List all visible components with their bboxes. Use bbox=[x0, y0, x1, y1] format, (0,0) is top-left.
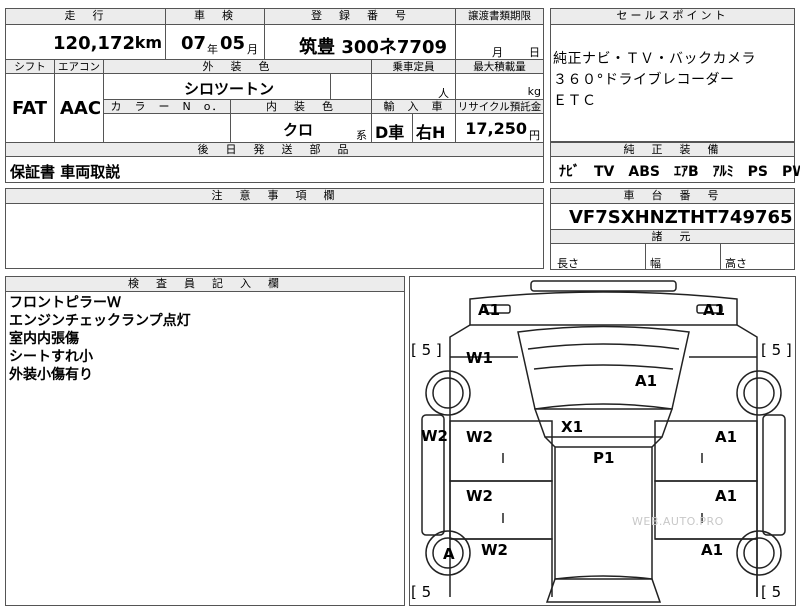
mark-a1-right-front-door: A1 bbox=[715, 428, 738, 446]
mark-x1: X1 bbox=[561, 418, 584, 436]
standard-equipment-value: ﾅﾋﾞ TV ABS ｴｱB ｱﾙﾐ PS PW bbox=[559, 164, 800, 180]
mark-a-wheel: A bbox=[443, 545, 455, 563]
selling-point-line: ＥＴＣ bbox=[553, 93, 597, 109]
mark-w2-rear-fender: W2 bbox=[481, 541, 508, 559]
color-no-cell bbox=[103, 113, 231, 143]
mark-w1: W1 bbox=[466, 349, 493, 367]
inspector-note: フロントピラーＷ bbox=[9, 295, 121, 311]
import-type-value: D車 bbox=[375, 123, 405, 142]
inspector-notes-cell: フロントピラーＷ エンジンチェックランプ点灯 室内内張傷 シートすれ小 外装小傷… bbox=[5, 291, 405, 606]
shift-value: FAT bbox=[12, 98, 48, 119]
dimensions-length-cell: 長さ bbox=[550, 243, 646, 270]
mark-bracket-bottom-left: [ 5 bbox=[411, 583, 432, 601]
selling-point-line: 純正ナビ・ＴＶ・バックカメラ bbox=[553, 51, 756, 67]
import-type-cell: D車 bbox=[371, 113, 413, 143]
exterior-color-cell: シロツートン bbox=[103, 73, 331, 100]
mileage-unit: km bbox=[134, 33, 162, 52]
chassis-number-label: 車 台 番 号 bbox=[550, 188, 795, 204]
max-load-label: 最大積載量 bbox=[455, 59, 544, 74]
max-load-unit: kg bbox=[527, 85, 541, 98]
mark-a1-front-right: A1 bbox=[703, 301, 726, 319]
mileage-value: 120,172 bbox=[53, 33, 135, 54]
dimensions-width-cell: 幅 bbox=[645, 243, 721, 270]
exterior-color-value: シロツートン bbox=[184, 80, 275, 98]
standard-equipment-cell: ﾅﾋﾞ TV ABS ｴｱB ｱﾙﾐ PS PW bbox=[550, 156, 800, 183]
capacity-cell: 人 bbox=[371, 73, 456, 100]
recycle-value: 17,250 bbox=[465, 119, 527, 138]
mark-bracket-bottom-right: [ 5 bbox=[761, 583, 782, 601]
dimensions-length-label: 長さ bbox=[557, 257, 579, 270]
inspection-label: 車 検 bbox=[165, 8, 265, 25]
registration-value: 筑豊 300ネ7709 bbox=[299, 37, 447, 58]
selling-points-label: セールスポイント bbox=[550, 8, 795, 25]
inspector-note: エンジンチェックランプ点灯 bbox=[9, 313, 191, 329]
interior-color-value: クロ bbox=[283, 121, 314, 139]
mileage-cell: 120,172 km bbox=[5, 24, 166, 60]
caution-cell bbox=[5, 203, 544, 269]
mark-w2-front-door: W2 bbox=[466, 428, 493, 446]
inspector-note: 室内内張傷 bbox=[9, 331, 79, 347]
interior-color-cell: クロ 系 bbox=[230, 113, 372, 143]
follow-up-parts-label: 後 日 発 送 部 品 bbox=[5, 142, 544, 157]
dimensions-height-cell: 高さ bbox=[720, 243, 795, 270]
transfer-deadline-label: 譲渡書類期限 bbox=[455, 8, 544, 25]
exterior-extra-cell bbox=[330, 73, 372, 100]
ac-value: AAC bbox=[60, 98, 102, 119]
exterior-color-label: 外 装 色 bbox=[103, 59, 372, 74]
inspection-year: 07 bbox=[181, 33, 207, 54]
max-load-cell: kg bbox=[455, 73, 544, 100]
inspector-note: 外装小傷有り bbox=[9, 367, 93, 383]
handle-side-cell: 右H bbox=[412, 113, 456, 143]
recycle-cell: 17,250 円 bbox=[455, 113, 544, 143]
mark-bracket-top-right: [ 5 ] bbox=[761, 341, 792, 359]
mark-w2-left-side: W2 bbox=[421, 427, 448, 445]
inspection-year-unit: 年 bbox=[207, 43, 218, 56]
chassis-number-value: VF7SXHNZTHT749765 bbox=[569, 207, 793, 228]
interior-color-unit: 系 bbox=[356, 129, 367, 142]
ac-cell: AAC bbox=[54, 73, 104, 143]
registration-label: 登 録 番 号 bbox=[264, 8, 456, 25]
selling-point-line: ３６０°ドライブレコーダー bbox=[553, 72, 735, 88]
dimensions-width-label: 幅 bbox=[650, 257, 661, 270]
color-no-label: カ ラ ー N o． bbox=[103, 99, 231, 114]
mark-w2-rear-door: W2 bbox=[466, 487, 493, 505]
registration-cell: 筑豊 300ネ7709 bbox=[264, 24, 456, 60]
capacity-label: 乗車定員 bbox=[371, 59, 456, 74]
caution-label: 注 意 事 項 欄 bbox=[5, 188, 544, 204]
transfer-deadline-cell: 月 日 bbox=[455, 24, 544, 60]
watermark: WEB.AUTO.PRO bbox=[632, 515, 724, 528]
follow-up-parts-cell: 保証書 車両取説 bbox=[5, 156, 544, 183]
damage-diagram: A1 A1 [ 5 ] [ 5 ] W1 A1 W2 W2 X1 A1 P1 W… bbox=[409, 276, 796, 606]
transfer-day-unit: 日 bbox=[529, 46, 540, 59]
mark-p1: P1 bbox=[593, 449, 615, 467]
shift-cell: FAT bbox=[5, 73, 55, 143]
mileage-label: 走 行 bbox=[5, 8, 166, 25]
ac-label: エアコン bbox=[54, 59, 104, 74]
standard-equipment-label: 純 正 装 備 bbox=[550, 142, 795, 157]
inspection-cell: 07 年 05 月 bbox=[165, 24, 265, 60]
interior-color-label: 内 装 色 bbox=[230, 99, 372, 114]
inspection-month: 05 bbox=[220, 33, 246, 54]
chassis-number-cell: VF7SXHNZTHT749765 bbox=[550, 203, 795, 230]
recycle-label: リサイクル預託金 bbox=[455, 99, 544, 114]
mark-a1-right-rear-door: A1 bbox=[715, 487, 738, 505]
inspector-notes-label: 検 査 員 記 入 欄 bbox=[5, 276, 405, 292]
follow-up-parts-value: 保証書 車両取説 bbox=[10, 163, 121, 181]
dimensions-label: 諸 元 bbox=[550, 229, 795, 244]
dimensions-height-label: 高さ bbox=[725, 257, 747, 270]
mark-bracket-top-left: [ 5 ] bbox=[411, 341, 442, 359]
inspector-note: シートすれ小 bbox=[9, 349, 93, 365]
transfer-month-unit: 月 bbox=[492, 46, 503, 59]
import-label: 輸 入 車 bbox=[371, 99, 456, 114]
inspection-month-unit: 月 bbox=[247, 43, 258, 56]
shift-label: シフト bbox=[5, 59, 55, 74]
handle-side-value: 右H bbox=[416, 123, 446, 142]
mark-a1-hood: A1 bbox=[635, 372, 658, 390]
selling-points-cell: 純正ナビ・ＴＶ・バックカメラ ３６０°ドライブレコーダー ＥＴＣ bbox=[550, 24, 795, 142]
mark-a1-front-left: A1 bbox=[478, 301, 501, 319]
recycle-unit: 円 bbox=[529, 129, 540, 142]
mark-a1-right-rear: A1 bbox=[701, 541, 724, 559]
